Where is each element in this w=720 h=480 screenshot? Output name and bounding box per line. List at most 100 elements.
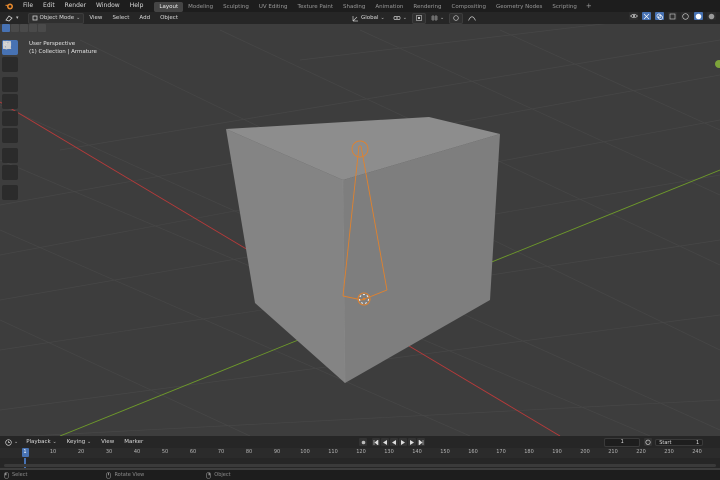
add-workspace-button[interactable]: + [582,2,596,10]
mouse-right-icon [206,471,212,479]
select-set-button[interactable] [2,24,10,32]
menu-window[interactable]: Window [91,0,125,12]
frame-tick-label: 60 [189,449,197,455]
frame-tick-label: 110 [328,449,338,455]
gizmo-toggle[interactable] [642,12,651,20]
frame-tick-label: 190 [552,449,562,455]
tab-texture-paint[interactable]: Texture Paint [293,2,339,12]
jump-start-button[interactable] [372,438,381,446]
timeline-editor-type-button[interactable]: ⌄ [2,438,21,447]
tab-shading[interactable]: Shading [338,2,370,12]
header-menu-object[interactable]: Object [155,15,183,21]
select-extend-button[interactable] [11,24,19,32]
tab-rendering[interactable]: Rendering [408,2,446,12]
tab-modeling[interactable]: Modeling [183,2,218,12]
mouse-left-icon [4,471,9,479]
snap-icon [416,15,422,21]
transform-orientation-dropdown[interactable]: Global ⌄ [349,14,388,23]
viewport-canvas[interactable] [0,24,720,436]
mode-selector[interactable]: Object Mode ⌄ [27,12,85,24]
select-subtract-button[interactable] [20,24,28,32]
status-object-menu: Object [206,471,231,479]
overlays-toggle[interactable] [655,12,664,20]
prev-keyframe-icon [383,439,388,445]
tab-layout[interactable]: Layout [154,1,184,12]
playhead-frame-marker[interactable]: 1 [21,448,29,457]
clock-icon [5,438,12,446]
header-menu-add[interactable]: Add [134,15,155,21]
timeline-menu-keying[interactable]: Keying ⌄ [62,439,96,445]
frame-tick-label: 180 [524,449,534,455]
add-cube-tool[interactable] [2,41,18,200]
shading-material-button[interactable] [707,12,716,20]
mouse-middle-icon [106,471,112,479]
gizmo-icon [643,13,650,19]
viewport-header: ▾ Object Mode ⌄ View Select Add Object G… [0,12,720,24]
timeline-menu-view[interactable]: View [96,439,119,445]
scale-tool[interactable] [2,41,18,126]
next-keyframe-button[interactable] [408,438,417,446]
shading-solid-button[interactable] [694,12,703,20]
annotate-tool[interactable] [2,41,18,163]
tab-scripting[interactable]: Scripting [547,2,581,12]
tab-uv-editing[interactable]: UV Editing [254,2,293,12]
header-menu-view[interactable]: View [84,15,107,21]
falloff-button[interactable] [465,14,479,23]
frame-tick-label: 150 [440,449,450,455]
editor-type-icon [5,14,13,21]
chevron-down-icon: ⌄ [439,14,445,21]
cursor-tool[interactable] [2,41,18,72]
frame-tick-label: 40 [133,449,141,455]
editor-type-button[interactable]: ▾ [2,14,22,23]
tab-compositing[interactable]: Compositing [447,2,491,12]
record-button[interactable] [359,438,368,446]
proportional-edit-toggle[interactable] [449,12,464,24]
select-intersect-button[interactable] [38,24,46,32]
timeline-menu-marker[interactable]: Marker [119,439,148,445]
frame-tick-label: 230 [664,449,674,455]
navigation-gizmo-y-handle[interactable] [715,60,720,68]
menu-edit[interactable]: Edit [38,0,60,12]
play-reverse-button[interactable] [390,438,399,446]
menu-render[interactable]: Render [60,0,91,12]
playback-controls [359,438,426,446]
jump-end-icon [418,439,424,445]
play-button[interactable] [399,438,408,446]
shading-wireframe-button[interactable] [681,12,690,20]
snap-toggle[interactable] [411,12,426,24]
prev-keyframe-button[interactable] [381,438,390,446]
eye-icon [629,13,638,19]
frame-ruler[interactable]: 1 10 20 30 40 50 60 70 80 90 100 110 120 130 140 150 160… [0,448,720,458]
visibility-dropdown[interactable] [629,12,638,20]
record-icon [361,440,366,444]
timeline-header: ⌄ Playback ⌄ Keying ⌄ View Marker 1 Star… [0,436,720,448]
snap-options-button[interactable]: ⌄ [428,14,447,23]
menu-help[interactable]: Help [125,0,149,12]
mode-label: Object Mode [39,14,75,21]
timeline-scrollbar[interactable] [4,464,716,467]
timeline-track-area[interactable] [0,458,720,468]
preview-range-toggle[interactable] [644,438,653,446]
start-frame-field[interactable]: Start 1 [655,438,704,446]
tab-sculpting[interactable]: Sculpting [218,2,254,12]
frame-tick-label: 200 [580,449,590,455]
rotate-tool[interactable] [2,41,18,109]
select-invert-button[interactable] [29,24,37,32]
blender-logo-icon[interactable] [4,2,14,10]
pivot-point-dropdown[interactable]: ⌄ [390,14,410,23]
frame-tick-label: 50 [161,449,169,455]
xray-toggle[interactable] [668,12,677,20]
frame-tick-label: 130 [384,449,394,455]
move-tool[interactable] [2,40,18,92]
tab-animation[interactable]: Animation [370,2,408,12]
header-menu-select[interactable]: Select [107,15,134,21]
measure-tool[interactable] [2,40,18,180]
frame-tick-label: 210 [608,449,618,455]
tab-geometry-nodes[interactable]: Geometry Nodes [491,2,547,12]
transform-tool[interactable] [2,41,18,143]
jump-end-button[interactable] [417,438,426,446]
3d-viewport[interactable]: User Perspective (1) Collection | Armatu… [0,24,720,436]
timeline-menu-playback[interactable]: Playback ⌄ [21,439,62,445]
menu-file[interactable]: File [18,0,38,12]
current-frame-field[interactable]: 1 [604,437,641,447]
